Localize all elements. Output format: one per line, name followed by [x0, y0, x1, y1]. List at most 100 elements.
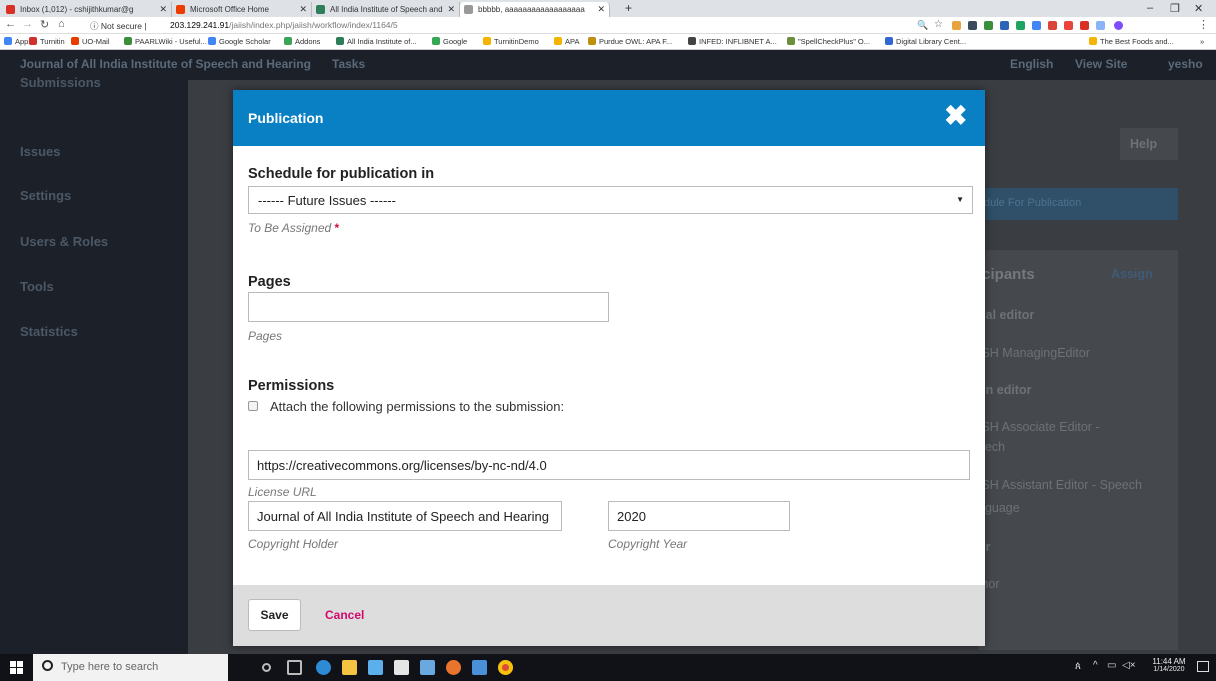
- profile-avatar[interactable]: [1114, 21, 1123, 30]
- extension-icon[interactable]: [984, 21, 993, 30]
- extension-icon[interactable]: [1000, 21, 1009, 30]
- extension-icon[interactable]: [1016, 21, 1025, 30]
- sidebar-item-issues[interactable]: Issues: [20, 144, 60, 159]
- bookmark-item[interactable]: PAARLWiki - Useful...: [124, 37, 207, 46]
- aiish-icon: [336, 37, 344, 45]
- sidebar-item-statistics[interactable]: Statistics: [20, 324, 78, 339]
- scholar-icon: [208, 37, 216, 45]
- network-icon[interactable]: ▭: [1107, 660, 1116, 671]
- tasks-link[interactable]: Tasks: [332, 57, 365, 71]
- forward-icon[interactable]: →: [22, 18, 33, 30]
- maximize-icon[interactable]: ❐: [1170, 2, 1180, 15]
- more-bookmarks-icon[interactable]: »: [1200, 37, 1204, 46]
- license-url-input[interactable]: https://creativecommons.org/licenses/by-…: [248, 450, 970, 480]
- edge-icon[interactable]: [316, 660, 331, 675]
- schedule-for-publication-button[interactable]: dule For Publication: [978, 188, 1178, 220]
- zoom-icon[interactable]: 🔍: [917, 20, 928, 31]
- schedule-heading: Schedule for publication in: [248, 166, 435, 182]
- bookmark-star-icon[interactable]: ☆: [934, 19, 943, 30]
- browser-tab[interactable]: All India Institute of Speech and ✕: [312, 2, 460, 17]
- close-tab-icon[interactable]: ✕: [597, 4, 605, 15]
- minimize-icon[interactable]: –: [1147, 2, 1153, 14]
- file-explorer-icon[interactable]: [342, 660, 357, 675]
- copyright-year-input[interactable]: 2020: [608, 501, 790, 531]
- sidebar-item-users-roles[interactable]: Users & Roles: [20, 234, 108, 249]
- bookmark-item[interactable]: Addons: [284, 37, 320, 46]
- modal-header: Publication ✖: [233, 90, 985, 146]
- bookmark-item[interactable]: All India Institute of...: [336, 37, 417, 46]
- home-icon[interactable]: ⌂: [58, 18, 65, 30]
- close-tab-icon[interactable]: ✕: [447, 4, 455, 15]
- bookmark-item[interactable]: APA: [554, 37, 579, 46]
- bookmark-item[interactable]: The Best Foods and...: [1089, 37, 1174, 46]
- bookmark-item[interactable]: "SpellCheckPlus" O...: [787, 37, 870, 46]
- firefox-icon[interactable]: [446, 660, 461, 675]
- task-view-icon[interactable]: [287, 660, 302, 675]
- folder-icon: [483, 37, 491, 45]
- copyright-year-hint: Copyright Year: [608, 537, 688, 551]
- bookmark-item[interactable]: Apps: [4, 37, 32, 46]
- windows-start-icon[interactable]: [10, 661, 23, 674]
- extension-icon[interactable]: [968, 21, 977, 30]
- clock[interactable]: 11:44 AM 1/14/2020: [1150, 657, 1188, 673]
- browser-tab[interactable]: Inbox (1,012) - cshijithkumar@g ✕: [2, 2, 172, 17]
- extension-icon[interactable]: [1096, 21, 1105, 30]
- close-tab-icon[interactable]: ✕: [159, 4, 167, 15]
- save-button[interactable]: Save: [248, 599, 301, 631]
- security-indicator[interactable]: ⓘ Not secure |: [90, 20, 147, 32]
- extension-icon[interactable]: [1080, 21, 1089, 30]
- back-icon[interactable]: ←: [5, 18, 16, 30]
- chevron-up-icon[interactable]: ^: [1093, 660, 1098, 671]
- extension-icon[interactable]: [952, 21, 961, 30]
- browser-tab-active[interactable]: bbbbb, aaaaaaaaaaaaaaaaaa ✕: [460, 2, 610, 17]
- mail-icon[interactable]: [394, 660, 409, 675]
- bookmark-item[interactable]: Purdue OWL: APA F...: [588, 37, 672, 46]
- issue-select[interactable]: ------ Future Issues ------ ▼: [248, 186, 973, 214]
- volume-icon[interactable]: ◁×: [1122, 660, 1136, 671]
- url-field[interactable]: 203.129.241.91/jaiish/index.php/jaiish/w…: [170, 20, 398, 30]
- sidebar-item-tools[interactable]: Tools: [20, 279, 54, 294]
- close-tab-icon[interactable]: ✕: [299, 4, 307, 15]
- apps-icon: [4, 37, 12, 45]
- schedule-hint: To Be Assigned *: [248, 221, 340, 235]
- bookmark-item[interactable]: Google: [432, 37, 467, 46]
- language-menu[interactable]: English: [1010, 57, 1053, 71]
- extension-icon[interactable]: [1048, 21, 1057, 30]
- extension-icon[interactable]: [1032, 21, 1041, 30]
- close-icon[interactable]: ✖: [944, 102, 967, 130]
- people-icon[interactable]: [420, 660, 435, 675]
- browser-tab[interactable]: Microsoft Office Home ✕: [172, 2, 312, 17]
- bookmark-item[interactable]: Digital Library Cent...: [885, 37, 966, 46]
- cortana-icon[interactable]: [262, 663, 271, 672]
- help-button[interactable]: Help: [1120, 128, 1178, 160]
- browser-menu-icon[interactable]: ⋮: [1198, 18, 1209, 31]
- assign-link[interactable]: Assign: [1111, 267, 1153, 281]
- copyright-holder-input[interactable]: Journal of All India Institute of Speech…: [248, 501, 562, 531]
- bookmark-item[interactable]: Google Scholar: [208, 37, 271, 46]
- pages-input[interactable]: [248, 292, 609, 322]
- permissions-checkbox[interactable]: [248, 401, 258, 411]
- windows-taskbar: Type here to search ጰ ^ ▭ ◁× 11:44 AM 1/…: [0, 654, 1216, 681]
- taskbar-search-input[interactable]: Type here to search: [33, 654, 228, 681]
- wiki-icon: [124, 37, 132, 45]
- bookmark-item[interactable]: TurnitinDemo: [483, 37, 539, 46]
- store-icon[interactable]: [368, 660, 383, 675]
- extension-icon[interactable]: [1064, 21, 1073, 30]
- cancel-button[interactable]: Cancel: [325, 608, 364, 622]
- view-site-link[interactable]: View Site: [1075, 57, 1127, 71]
- bookmark-item[interactable]: INFED: INFLIBNET A...: [688, 37, 777, 46]
- sidebar-item-submissions[interactable]: Submissions: [20, 75, 101, 90]
- notification-icon[interactable]: [1197, 661, 1209, 672]
- chrome-icon[interactable]: [498, 660, 513, 675]
- people-tray-icon[interactable]: ጰ: [1075, 661, 1081, 672]
- photos-icon[interactable]: [472, 660, 487, 675]
- bookmark-item[interactable]: UO-Mail: [71, 37, 110, 46]
- journal-title[interactable]: Journal of All India Institute of Speech…: [20, 57, 311, 71]
- new-tab-button[interactable]: +: [625, 1, 632, 15]
- user-menu[interactable]: yesho: [1168, 57, 1203, 71]
- bookmark-item[interactable]: Turnitin: [29, 37, 65, 46]
- permissions-checkbox-label[interactable]: Attach the following permissions to the …: [270, 399, 564, 414]
- close-window-icon[interactable]: ✕: [1194, 2, 1203, 15]
- reload-icon[interactable]: ↻: [40, 18, 49, 31]
- sidebar-item-settings[interactable]: Settings: [20, 188, 71, 203]
